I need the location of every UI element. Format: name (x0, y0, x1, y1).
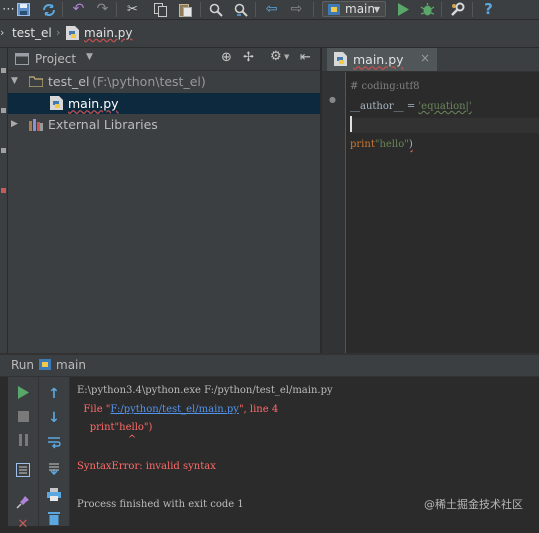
gear-icon[interactable]: ⚙ (270, 49, 282, 64)
debug-icon[interactable] (419, 1, 436, 18)
cut-icon[interactable]: ✂ (124, 1, 141, 18)
chevron-down-icon[interactable]: ▼ (284, 53, 289, 61)
run-toolbar-primary: ✕ (8, 377, 39, 532)
rerun-icon[interactable] (14, 383, 32, 401)
tree-item-label: test_el (48, 74, 90, 89)
tool-window-stripe (0, 48, 8, 353)
run-icon[interactable] (394, 1, 411, 18)
editor-tab-bar: main.py × (322, 48, 539, 72)
python-file-icon (334, 52, 347, 66)
stripe-marker (1, 188, 6, 193)
console-line: E:\python3.4\python.exe F:/python/test_e… (77, 385, 333, 396)
tree-item-path: (F:\python\test_el) (92, 74, 206, 89)
replace-icon[interactable] (232, 1, 249, 18)
soft-wrap-icon[interactable] (45, 433, 63, 451)
python-file-icon (50, 96, 63, 110)
wrench-icon[interactable] (449, 1, 466, 18)
library-icon (29, 119, 43, 131)
fold-marker-icon: ● (329, 95, 336, 104)
undo-icon[interactable]: ↶ (70, 1, 87, 18)
scroll-to-end-icon[interactable] (45, 459, 63, 477)
help-icon[interactable]: ? (480, 1, 497, 18)
project-icon (15, 53, 29, 65)
redo-icon[interactable]: ↷ (94, 1, 111, 18)
tree-item-project-root[interactable]: ▼ test_el (F:\python\test_el) (8, 71, 320, 92)
project-panel-header: Project ▼ ⊕ ✢ ⚙ ▼ ⇤ (8, 48, 320, 71)
tree-item-main-py[interactable]: main.py (8, 93, 320, 114)
run-toolbar-secondary: ↑ ↓ (39, 377, 70, 526)
code-editor[interactable]: ● # coding:utf8 __author__ = 'equation|'… (322, 72, 539, 353)
stripe-marker (1, 68, 6, 73)
arrow-down-icon[interactable]: ↓ (45, 409, 63, 427)
tab-label: main.py (353, 52, 404, 67)
console-line: Process finished with exit code 1 (77, 499, 244, 510)
run-panel-header: Run main (0, 355, 539, 377)
tree-item-label: main.py (68, 96, 119, 111)
close-icon[interactable]: × (420, 51, 430, 65)
main-toolbar: ⋯ ↶ ↷ ✂ ⇦ ⇨ main ▼ ? (0, 0, 539, 20)
arrow-up-icon[interactable]: ↑ (45, 385, 63, 403)
copy-icon[interactable] (152, 1, 169, 18)
back-icon[interactable]: ⇦ (263, 1, 280, 18)
paste-icon[interactable] (177, 1, 194, 18)
collapse-all-icon[interactable]: ✢ (243, 50, 254, 65)
pause-icon[interactable] (14, 431, 32, 449)
pin-icon[interactable] (14, 493, 32, 511)
python-config-icon (328, 4, 340, 15)
breadcrumb: › test_el › main.py (0, 20, 539, 48)
hide-panel-icon[interactable]: ⇤ (300, 50, 311, 65)
python-config-icon (39, 359, 51, 370)
folder-icon (29, 76, 43, 87)
breadcrumb-file[interactable]: main.py (84, 26, 133, 40)
chevron-down-icon[interactable]: ▼ (86, 52, 93, 62)
find-icon[interactable] (207, 1, 224, 18)
code-line-1: # coding:utf8 (350, 81, 420, 92)
dump-threads-icon[interactable] (14, 461, 32, 479)
code-line-3-current (350, 118, 539, 133)
watermark: @稀土掘金技术社区 (424, 498, 523, 511)
chevron-right-icon[interactable]: ▶ (11, 114, 18, 135)
tree-item-label: External Libraries (48, 117, 158, 132)
project-panel: Project ▼ ⊕ ✢ ⚙ ▼ ⇤ ▼ test_el (F:\python… (8, 48, 320, 353)
console-line: File "F:/python/test_el/main.py", line 4 (77, 404, 279, 415)
stop-icon[interactable] (14, 407, 32, 425)
console-line: SyntaxError: invalid syntax (77, 461, 216, 472)
scroll-from-source-icon[interactable]: ⊕ (221, 50, 232, 65)
forward-icon[interactable]: ⇨ (288, 1, 305, 18)
tab-main-py[interactable]: main.py × (327, 48, 437, 71)
code-line-2: __author__ = 'equation|' (350, 101, 472, 112)
text-caret (350, 116, 352, 132)
code-line-4: print"hello") (350, 139, 413, 150)
trash-icon[interactable] (45, 509, 63, 527)
run-panel-prefix: Run (11, 358, 35, 372)
editor-gutter: ● (322, 72, 346, 353)
run-config-label: main (345, 2, 375, 16)
chevron-right-icon: › (0, 26, 5, 39)
run-config-select[interactable]: main ▼ (322, 1, 386, 17)
sync-icon[interactable] (40, 1, 57, 18)
console-line: print"hello") (77, 422, 153, 433)
chevron-down-icon[interactable]: ▼ (11, 71, 18, 92)
traceback-file-link[interactable]: F:/python/test_el/main.py (110, 404, 239, 415)
breadcrumb-project[interactable]: test_el (12, 26, 52, 40)
tree-item-external-libraries[interactable]: ▶ External Libraries (8, 114, 320, 135)
python-file-icon (66, 26, 79, 40)
print-icon[interactable] (45, 485, 63, 503)
console-line: ^ (77, 434, 137, 445)
run-panel-title[interactable]: main (56, 358, 86, 372)
floppy-icon[interactable] (15, 1, 32, 18)
chevron-down-icon: ▼ (373, 5, 380, 14)
stripe-marker (1, 108, 6, 113)
close-run-icon[interactable]: ✕ (14, 515, 32, 533)
chevron-right-icon: › (56, 26, 61, 39)
project-panel-title[interactable]: Project (35, 52, 76, 66)
stripe-marker (1, 148, 6, 153)
